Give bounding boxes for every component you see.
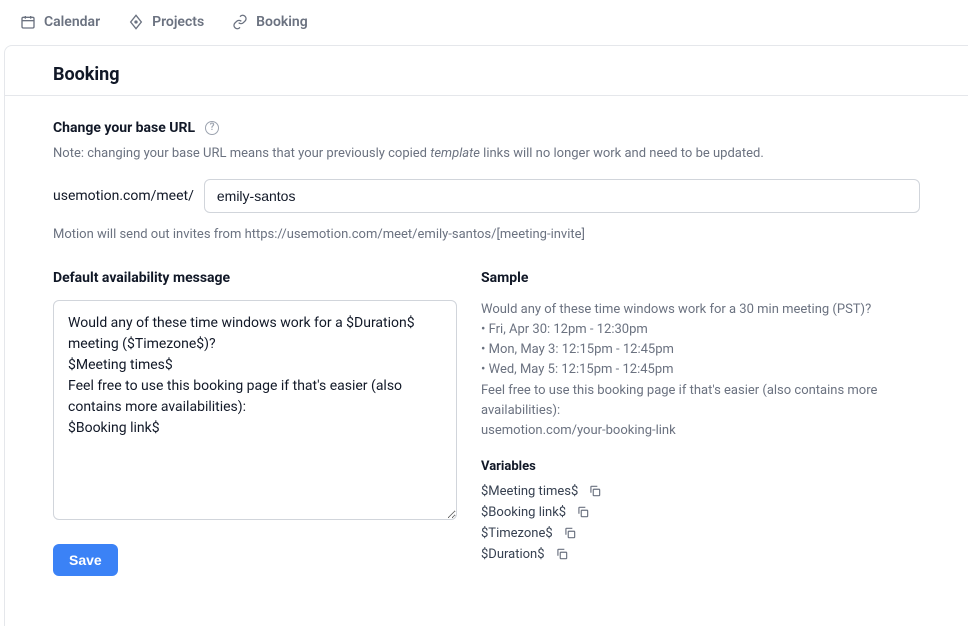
note-suffix: links will no longer work and need to be… — [480, 146, 764, 161]
invite-note: Motion will send out invites from https:… — [53, 227, 920, 242]
nav-calendar-label: Calendar — [44, 14, 100, 30]
variable-label: $Timezone$ — [481, 526, 553, 541]
sample-line: • Wed, May 5: 12:15pm - 12:45pm — [481, 360, 920, 380]
sample-line: usemotion.com/your-booking-link — [481, 421, 920, 441]
url-row: usemotion.com/meet/ — [53, 179, 920, 213]
sample-line: Feel free to use this booking page if th… — [481, 381, 920, 421]
calendar-icon — [20, 14, 36, 30]
variable-label: $Duration$ — [481, 547, 545, 562]
variables-title: Variables — [481, 459, 920, 474]
base-url-note: Note: changing your base URL means that … — [53, 146, 920, 161]
availability-message-textarea[interactable] — [53, 300, 457, 520]
sample-line: Would any of these time windows work for… — [481, 300, 920, 320]
save-button[interactable]: Save — [53, 544, 118, 576]
nav-projects-label: Projects — [152, 14, 204, 30]
page-header: Booking — [5, 46, 968, 96]
variable-label: $Meeting times$ — [481, 484, 578, 499]
variable-label: $Booking link$ — [481, 505, 566, 520]
variable-row: $Duration$ — [481, 547, 920, 562]
page-title: Booking — [53, 64, 920, 85]
col-left: Default availability message Save — [53, 270, 457, 576]
copy-icon[interactable] — [576, 505, 590, 519]
main-content: Change your base URL ? Note: changing yo… — [5, 96, 968, 600]
sample-text: Would any of these time windows work for… — [481, 300, 920, 441]
nav-booking[interactable]: Booking — [232, 14, 308, 30]
copy-icon[interactable] — [555, 547, 569, 561]
sample-line: • Fri, Apr 30: 12pm - 12:30pm — [481, 320, 920, 340]
col-right: Sample Would any of these time windows w… — [481, 270, 920, 568]
note-italic: template — [430, 146, 480, 161]
projects-icon — [128, 14, 144, 30]
top-nav: Calendar Projects Booking — [0, 0, 968, 45]
link-icon — [232, 14, 248, 30]
variable-row: $Timezone$ — [481, 526, 920, 541]
nav-projects[interactable]: Projects — [128, 14, 204, 30]
sample-title: Sample — [481, 270, 920, 286]
availability-message-title: Default availability message — [53, 270, 457, 286]
note-prefix: Note: changing your base URL means that … — [53, 146, 430, 161]
nav-calendar[interactable]: Calendar — [20, 14, 100, 30]
url-prefix: usemotion.com/meet/ — [53, 188, 194, 204]
base-url-title: Change your base URL — [53, 120, 195, 136]
help-icon[interactable]: ? — [205, 121, 219, 135]
copy-icon[interactable] — [588, 484, 602, 498]
copy-icon[interactable] — [563, 526, 577, 540]
variable-row: $Meeting times$ — [481, 484, 920, 499]
base-url-header: Change your base URL ? — [53, 120, 920, 136]
base-url-input[interactable] — [204, 179, 920, 213]
sample-line: • Mon, May 3: 12:15pm - 12:45pm — [481, 340, 920, 360]
content-container: Booking Change your base URL ? Note: cha… — [4, 45, 968, 626]
columns: Default availability message Save Sample… — [53, 270, 920, 576]
variable-row: $Booking link$ — [481, 505, 920, 520]
nav-booking-label: Booking — [256, 14, 308, 30]
